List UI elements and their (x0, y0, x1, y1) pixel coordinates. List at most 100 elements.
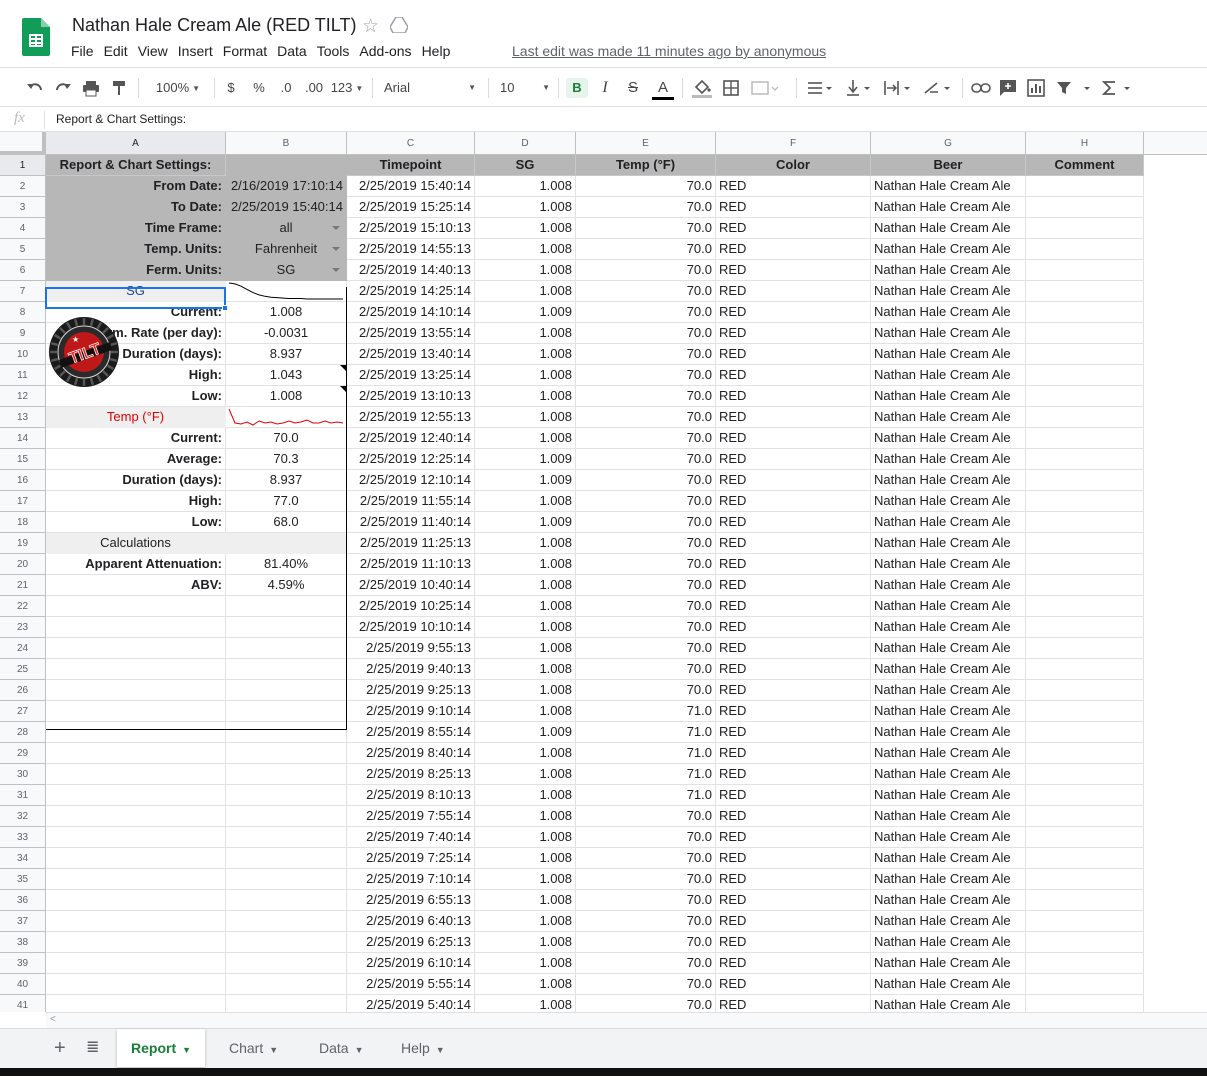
beer-cell[interactable]: Nathan Hale Cream Ale (871, 617, 1026, 638)
color-cell[interactable]: RED (716, 197, 871, 218)
sg-cell[interactable]: 1.008 (475, 491, 576, 512)
timepoint-cell[interactable]: 2/25/2019 14:55:13 (347, 239, 475, 260)
timepoint-cell[interactable]: 2/25/2019 12:40:14 (347, 428, 475, 449)
sg-cell[interactable]: 1.009 (475, 449, 576, 470)
comment-cell[interactable] (1026, 932, 1144, 953)
color-cell[interactable]: RED (716, 953, 871, 974)
horizontal-align-icon[interactable] (806, 78, 836, 98)
timepoint-cell[interactable]: 2/25/2019 11:40:14 (347, 512, 475, 533)
fill-color-icon[interactable] (692, 78, 712, 98)
borders-icon[interactable] (722, 78, 740, 98)
color-cell[interactable]: RED (716, 218, 871, 239)
timepoint-cell[interactable]: 2/25/2019 15:25:14 (347, 197, 475, 218)
timepoint-cell[interactable]: 2/25/2019 12:55:13 (347, 407, 475, 428)
timepoint-cell[interactable]: 2/25/2019 15:10:13 (347, 218, 475, 239)
sg-cell[interactable]: 1.008 (475, 638, 576, 659)
timepoint-cell[interactable]: 2/25/2019 10:40:14 (347, 575, 475, 596)
sg-cell[interactable]: 1.008 (475, 323, 576, 344)
timepoint-cell[interactable]: 2/25/2019 5:55:14 (347, 974, 475, 995)
ferm-units-dropdown[interactable]: SG (226, 260, 347, 281)
timepoint-cell[interactable]: 2/25/2019 15:40:14 (347, 176, 475, 197)
column-header-b[interactable]: B (226, 132, 347, 155)
temp-cell[interactable]: 70.0 (576, 596, 716, 617)
sg-cell[interactable]: 1.008 (475, 806, 576, 827)
comment-cell[interactable] (1026, 239, 1144, 260)
color-cell[interactable]: RED (716, 617, 871, 638)
fill-handle[interactable] (222, 305, 228, 311)
row-header[interactable]: 14 (0, 428, 46, 449)
row-header[interactable]: 27 (0, 701, 46, 722)
empty-cell[interactable] (226, 806, 347, 827)
chevron-down-icon[interactable]: ▼ (269, 1045, 278, 1055)
beer-cell[interactable]: Nathan Hale Cream Ale (871, 554, 1026, 575)
temp-cell[interactable]: 70.0 (576, 533, 716, 554)
row-header[interactable]: 19 (0, 533, 46, 554)
row-header[interactable]: 22 (0, 596, 46, 617)
row-header[interactable]: 3 (0, 197, 46, 218)
color-cell[interactable]: RED (716, 386, 871, 407)
column-header-f[interactable]: F (716, 132, 871, 155)
sheet-tab-chart[interactable]: Chart ▼ (215, 1029, 292, 1067)
timepoint-cell[interactable]: 2/25/2019 8:10:13 (347, 785, 475, 806)
comment-cell[interactable] (1026, 974, 1144, 995)
note-indicator-icon[interactable] (340, 386, 346, 392)
sg-cell[interactable]: 1.008 (475, 260, 576, 281)
row-header[interactable]: 38 (0, 932, 46, 953)
font-size-select[interactable]: 10 ▼ (500, 78, 552, 98)
color-cell[interactable]: RED (716, 596, 871, 617)
temp-cell[interactable]: 70.0 (576, 848, 716, 869)
comment-cell[interactable] (1026, 533, 1144, 554)
temp-cell[interactable]: 70.0 (576, 491, 716, 512)
bold-button[interactable]: B (566, 78, 588, 98)
comment-cell[interactable] (1026, 197, 1144, 218)
note-indicator-icon[interactable] (340, 365, 346, 371)
timepoint-cell[interactable]: 2/25/2019 8:55:14 (347, 722, 475, 743)
temp-cell[interactable]: 70.0 (576, 995, 716, 1012)
beer-cell[interactable]: Nathan Hale Cream Ale (871, 722, 1026, 743)
color-cell[interactable]: RED (716, 806, 871, 827)
timepoint-cell[interactable]: 2/25/2019 9:10:14 (347, 701, 475, 722)
color-cell[interactable]: RED (716, 680, 871, 701)
color-cell[interactable]: RED (716, 638, 871, 659)
last-edit-link[interactable]: Last edit was made 11 minutes ago by ano… (512, 43, 826, 59)
beer-cell[interactable]: Nathan Hale Cream Ale (871, 470, 1026, 491)
row-header[interactable]: 39 (0, 953, 46, 974)
sg-cell[interactable]: 1.008 (475, 281, 576, 302)
strikethrough-button[interactable]: S (624, 78, 642, 98)
comment-cell[interactable] (1026, 659, 1144, 680)
color-cell[interactable]: RED (716, 554, 871, 575)
menu-add-ons[interactable]: Add-ons (354, 43, 416, 59)
sg-cell[interactable]: 1.008 (475, 344, 576, 365)
color-cell[interactable]: RED (716, 281, 871, 302)
timepoint-cell[interactable]: 2/25/2019 9:25:13 (347, 680, 475, 701)
temp-cell[interactable]: 70.0 (576, 344, 716, 365)
timepoint-cell[interactable]: 2/25/2019 8:40:14 (347, 743, 475, 764)
sg-cell[interactable]: 1.008 (475, 953, 576, 974)
row-header[interactable]: 9 (0, 323, 46, 344)
row-header[interactable]: 24 (0, 638, 46, 659)
color-cell[interactable]: RED (716, 239, 871, 260)
temp-cell[interactable]: 71.0 (576, 785, 716, 806)
color-cell[interactable]: RED (716, 890, 871, 911)
empty-cell[interactable] (226, 764, 347, 785)
row-header[interactable]: 29 (0, 743, 46, 764)
temp-cell[interactable]: 70.0 (576, 365, 716, 386)
temp-average-value[interactable]: 70.3 (226, 449, 347, 470)
temp-cell[interactable]: 70.0 (576, 680, 716, 701)
comment-cell[interactable] (1026, 722, 1144, 743)
abv-value[interactable]: 4.59% (226, 575, 347, 596)
empty-cell[interactable] (226, 596, 347, 617)
color-cell[interactable]: RED (716, 260, 871, 281)
sheet-grid[interactable]: A B C D E F G H 1 2 3 4 5 6 7 8 9 10 11 12 13 14 15 16 1… (0, 132, 1207, 1012)
empty-cell[interactable] (46, 596, 226, 617)
temp-cell[interactable]: 71.0 (576, 764, 716, 785)
decrease-decimal-button[interactable]: .0 (276, 78, 296, 98)
timepoint-cell[interactable]: 2/25/2019 14:40:13 (347, 260, 475, 281)
temp-current-value[interactable]: 70.0 (226, 428, 347, 449)
row-header[interactable]: 34 (0, 848, 46, 869)
temp-cell[interactable]: 70.0 (576, 890, 716, 911)
row-header[interactable]: 25 (0, 659, 46, 680)
sg-cell[interactable]: 1.008 (475, 785, 576, 806)
sg-cell[interactable]: 1.009 (475, 722, 576, 743)
temp-cell[interactable]: 70.0 (576, 617, 716, 638)
